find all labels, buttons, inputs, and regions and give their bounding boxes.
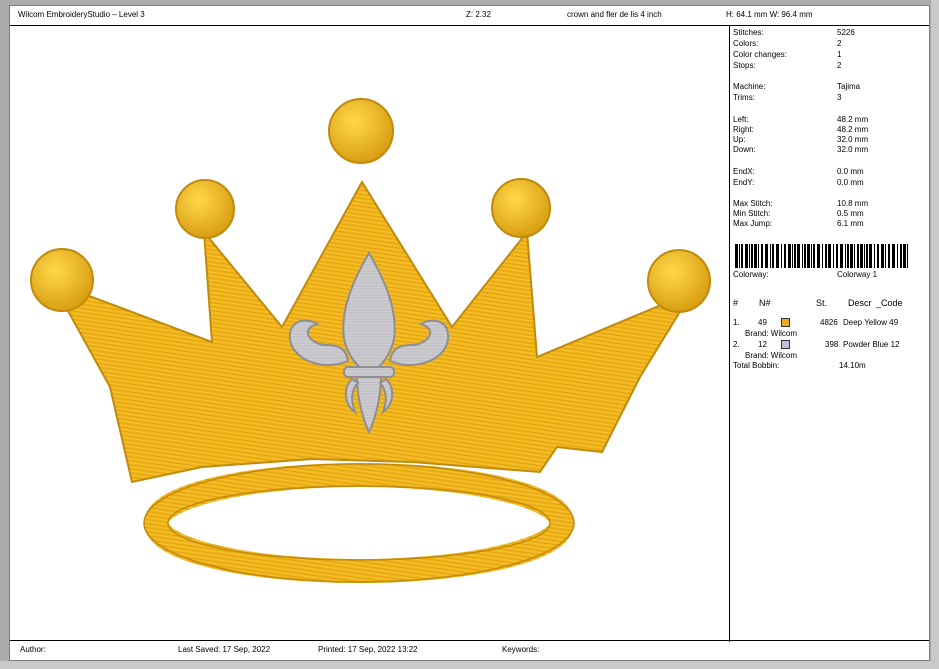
thread-brand: Brand: Wilcom (745, 329, 798, 338)
col-descr-header: Descr (848, 298, 872, 308)
thread-number: 12 (758, 340, 767, 349)
barcode (735, 244, 908, 268)
last-saved: Last Saved: 17 Sep, 2022 (178, 645, 271, 654)
header-bar: Wilcom EmbroideryStudio – Level 3 Z: 2.3… (10, 6, 929, 26)
keywords-label: Keywords: (502, 645, 540, 654)
col-code-header: _Code (876, 298, 903, 308)
col-index-header: # (733, 298, 739, 308)
thread-description: Deep Yellow 49 (843, 318, 899, 327)
horizontal-scrollbar[interactable] (0, 661, 939, 669)
printed-date: Printed: 17 Sep, 2022 13:22 (318, 645, 418, 654)
thread-description: Powder Blue 12 (843, 340, 900, 349)
crown-ball-left-outer (30, 248, 94, 312)
crown-ball-left-inner (175, 179, 235, 239)
thread-stitches: 4826 (820, 318, 838, 327)
thread-number: 49 (758, 318, 767, 327)
design-preview (30, 98, 711, 583)
thread-stitches: 398 (825, 340, 839, 349)
col-stitches-header: St. (816, 298, 828, 308)
thread-brand: Brand: Wilcom (745, 351, 798, 360)
design-dimensions: H: 64.1 mm W: 96.4 mm (726, 10, 813, 19)
design-name: crown and fler de lis 4 inch (567, 10, 662, 19)
crown-ball-right-inner (491, 178, 551, 238)
crown-ball-right-outer (647, 249, 711, 313)
total-bobbin-value: 14.10m (839, 361, 866, 370)
thread-color-swatch (781, 318, 790, 327)
crown-ring (144, 463, 574, 583)
author-label: Author: (20, 645, 46, 654)
thread-index: 1. (733, 318, 740, 327)
app-title: Wilcom EmbroideryStudio – Level 3 (18, 10, 145, 19)
design-info-panel: Stitches: 5226 Colors: 2 Color changes: 1 S… (733, 28, 929, 640)
footer-bar: Author: Last Saved: 17 Sep, 2022 Printed… (10, 640, 929, 660)
panel-divider (729, 25, 730, 642)
vertical-scrollbar[interactable] (931, 0, 939, 661)
crown-ball-center (328, 98, 394, 164)
zoom-level: Z: 2.32 (466, 10, 491, 19)
print-preview-sheet: Wilcom EmbroideryStudio – Level 3 Z: 2.3… (9, 5, 930, 661)
total-bobbin-label: Total Bobbin: (733, 361, 780, 370)
thread-index: 2. (733, 340, 740, 349)
thread-color-swatch (781, 340, 790, 349)
col-number-header: N# (759, 298, 771, 308)
